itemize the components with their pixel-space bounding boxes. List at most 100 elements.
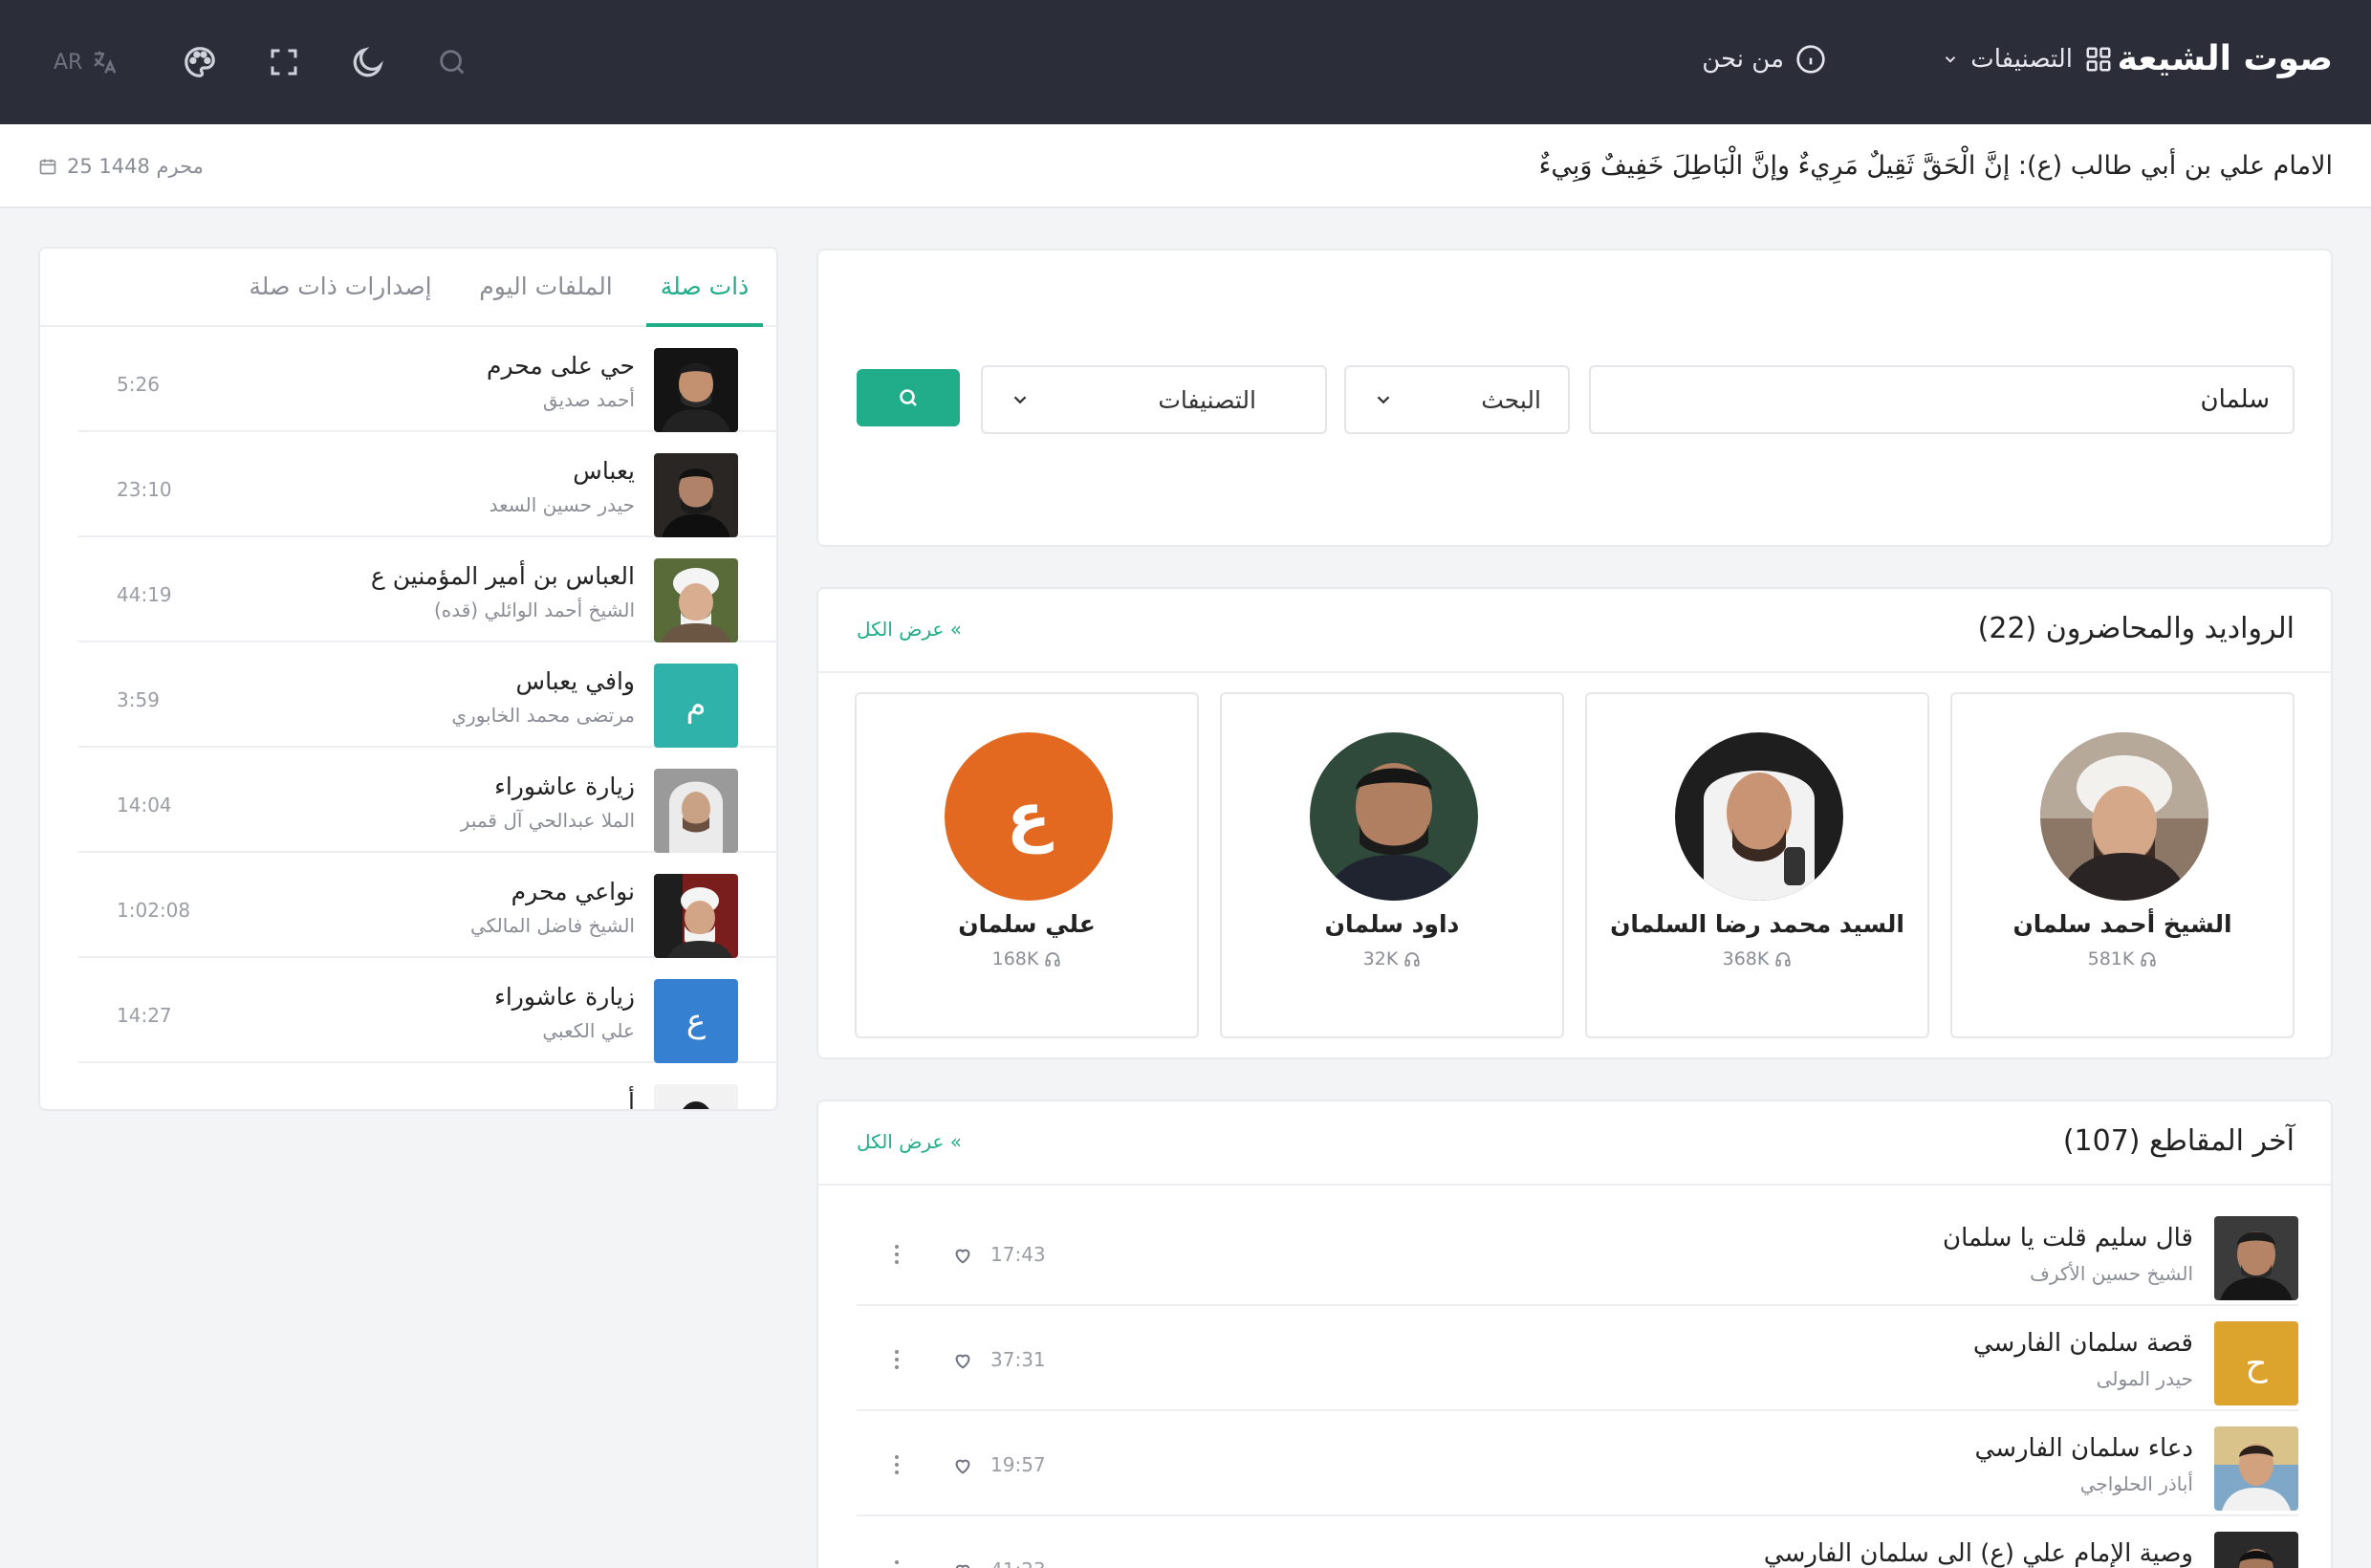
clip-duration: 19:57 bbox=[990, 1453, 1046, 1476]
search-type-select[interactable]: البحث bbox=[1344, 365, 1570, 434]
category-select-value: التصنيفات bbox=[1158, 385, 1256, 414]
item-thumbnail bbox=[654, 769, 738, 853]
lecturer-name: علي سلمان bbox=[958, 910, 1096, 938]
sidebar-list-item[interactable]: حي على محرم أحمد صديق 5:26 bbox=[78, 327, 776, 432]
item-duration: 23:10 bbox=[117, 478, 172, 501]
item-title: العباس بن أمير المؤمنين ع bbox=[370, 562, 635, 590]
fullscreen-icon[interactable] bbox=[256, 34, 312, 90]
clip-row[interactable]: ح قصة سلمان الفارسي حيدر المولى 37:31 bbox=[857, 1306, 2298, 1411]
lecturer-plays: 168K bbox=[857, 948, 1197, 969]
item-duration: 14:27 bbox=[117, 1004, 172, 1027]
heart-icon[interactable] bbox=[952, 1245, 973, 1266]
item-author: الشيخ فاضل المالكي bbox=[469, 914, 635, 937]
heart-icon[interactable] bbox=[952, 1455, 973, 1476]
clip-author: أباذر الحلواجي bbox=[2079, 1472, 2193, 1495]
tab-related-releases[interactable]: إصدارات ذات صلة bbox=[235, 249, 446, 327]
lecturer-avatar bbox=[2040, 732, 2208, 901]
item-title: حي على محرم bbox=[486, 352, 635, 380]
item-thumbnail bbox=[654, 1084, 738, 1109]
lecturer-card[interactable]: السيد محمد رضا السلمان 368K bbox=[1585, 692, 1929, 1038]
more-options-icon[interactable] bbox=[887, 1555, 906, 1568]
palette-icon[interactable] bbox=[172, 34, 228, 90]
sidebar-list-item[interactable]: نواعي محرم الشيخ فاضل المالكي 1:02:08 bbox=[78, 853, 776, 958]
item-author: الملا عبدالحي آل قمبر bbox=[460, 809, 635, 832]
search-button[interactable] bbox=[857, 369, 960, 426]
sidebar-list-item[interactable]: زيارة عاشوراء الملا عبدالحي آل قمبر 14:0… bbox=[78, 748, 776, 853]
quote-bar: الامام علي بن أبي طالب (ع): إنَّ الْحَقَ… bbox=[0, 124, 2371, 208]
lecturer-name: السيد محمد رضا السلمان bbox=[1610, 910, 1904, 938]
more-options-icon[interactable] bbox=[887, 1344, 906, 1375]
sidebar-tabs: ذات صلة الملفات اليوم إصدارات ذات صلة bbox=[40, 249, 776, 327]
item-thumbnail bbox=[654, 874, 738, 958]
nav-categories-label: التصنيفات bbox=[1970, 45, 2073, 74]
top-navbar: صوت الشيعة التصنيفات من نحن AR bbox=[0, 0, 2371, 124]
sidebar-list-item[interactable]: يعباس حيدر حسين السعد 23:10 bbox=[78, 432, 776, 537]
lecturer-plays: 581K bbox=[1952, 948, 2293, 969]
heart-icon[interactable] bbox=[952, 1560, 973, 1568]
item-author: أحمد صديق bbox=[542, 388, 635, 411]
nav-categories-menu[interactable]: التصنيفات bbox=[1942, 33, 2113, 86]
lecturers-section: الرواديد والمحاضرون (22) عرض الكل « الشي… bbox=[816, 587, 2333, 1059]
tab-today-files[interactable]: الملفات اليوم bbox=[467, 249, 625, 327]
more-options-icon[interactable] bbox=[887, 1239, 906, 1270]
search-input[interactable] bbox=[1589, 365, 2295, 434]
clip-thumbnail bbox=[2214, 1216, 2298, 1300]
related-sidebar: ذات صلة الملفات اليوم إصدارات ذات صلة حي… bbox=[38, 247, 778, 1111]
search-icon[interactable] bbox=[424, 34, 480, 90]
clip-initial-thumbnail: ح bbox=[2214, 1321, 2298, 1405]
tab-related[interactable]: ذات صلة bbox=[646, 249, 763, 327]
category-select[interactable]: التصنيفات bbox=[981, 365, 1327, 434]
sidebar-list-item[interactable]: أ bbox=[78, 1063, 776, 1109]
clips-header: آخر المقاطع (107) عرض الكل « bbox=[818, 1101, 2331, 1186]
headphones-icon bbox=[2140, 950, 2157, 968]
clips-title: آخر المقاطع (107) bbox=[2062, 1124, 2295, 1158]
toolbar-icons: AR bbox=[54, 34, 480, 90]
headphones-icon bbox=[1044, 950, 1061, 968]
lecturer-plays-value: 32K bbox=[1362, 948, 1399, 969]
item-title: زيارة عاشوراء bbox=[494, 983, 635, 1011]
sidebar-list-item[interactable]: ع زيارة عاشوراء علي الكعبي 14:27 bbox=[78, 958, 776, 1063]
search-panel: البحث التصنيفات bbox=[816, 249, 2333, 547]
clip-row[interactable]: دعاء سلمان الفارسي أباذر الحلواجي 19:57 bbox=[857, 1411, 2298, 1516]
nav-about-link[interactable]: من نحن bbox=[1702, 33, 1826, 86]
language-switcher[interactable]: AR bbox=[54, 34, 140, 90]
search-type-value: البحث bbox=[1481, 385, 1541, 414]
language-code: AR bbox=[54, 50, 83, 75]
heart-icon[interactable] bbox=[952, 1350, 973, 1371]
hijri-date: 25 محرم 1448 bbox=[38, 124, 204, 208]
lecturers-view-all-link[interactable]: عرض الكل « bbox=[857, 618, 962, 641]
date-text: 25 محرم 1448 bbox=[67, 155, 204, 178]
translate-icon bbox=[90, 48, 119, 76]
clip-row[interactable]: وصية الإمام علي (ع) الى سلمان الفارسي 41… bbox=[857, 1516, 2298, 1568]
clips-view-all-link[interactable]: عرض الكل « bbox=[857, 1130, 962, 1153]
clip-duration: 17:43 bbox=[990, 1243, 1046, 1266]
lecturer-avatar bbox=[1675, 732, 1843, 901]
dark-mode-icon[interactable] bbox=[340, 34, 396, 90]
lecturer-card[interactable]: داود سلمان 32K bbox=[1220, 692, 1564, 1038]
lecturer-plays-value: 581K bbox=[2087, 948, 2135, 969]
item-duration: 14:04 bbox=[117, 794, 172, 817]
clip-author: الشيخ حسين الأكرف bbox=[2030, 1262, 2193, 1285]
item-title: نواعي محرم bbox=[511, 878, 635, 905]
more-options-icon[interactable] bbox=[887, 1449, 906, 1480]
item-duration: 1:02:08 bbox=[117, 899, 191, 922]
lecturer-card[interactable]: ع علي سلمان 168K bbox=[855, 692, 1199, 1038]
item-thumbnail bbox=[654, 558, 738, 642]
daily-quote: الامام علي بن أبي طالب (ع): إنَّ الْحَقَ… bbox=[1538, 151, 2333, 181]
search-icon bbox=[897, 386, 920, 409]
clip-row[interactable]: قال سليم قلت يا سلمان الشيخ حسين الأكرف … bbox=[857, 1201, 2298, 1306]
sidebar-list-item[interactable]: م وافي يعباس مرتضى محمد الخابوري 3:59 bbox=[78, 642, 776, 748]
chevron-down-icon bbox=[1010, 389, 1031, 410]
clip-thumbnail bbox=[2214, 1426, 2298, 1511]
site-brand[interactable]: صوت الشيعة bbox=[2118, 29, 2333, 90]
sidebar-list-item[interactable]: العباس بن أمير المؤمنين ع الشيخ أحمد الو… bbox=[78, 537, 776, 642]
item-title: يعباس bbox=[573, 457, 635, 485]
grid-icon bbox=[2084, 45, 2113, 74]
chevron-down-icon bbox=[1373, 389, 1394, 410]
lecturer-card[interactable]: الشيخ أحمد سلمان 581K bbox=[1950, 692, 2295, 1038]
item-author: حيدر حسين السعد bbox=[489, 493, 635, 516]
headphones-icon bbox=[1403, 950, 1421, 968]
lecturer-plays: 368K bbox=[1587, 948, 1927, 969]
nav-about-label: من نحن bbox=[1702, 45, 1784, 74]
item-initial-thumbnail: م bbox=[654, 664, 738, 748]
